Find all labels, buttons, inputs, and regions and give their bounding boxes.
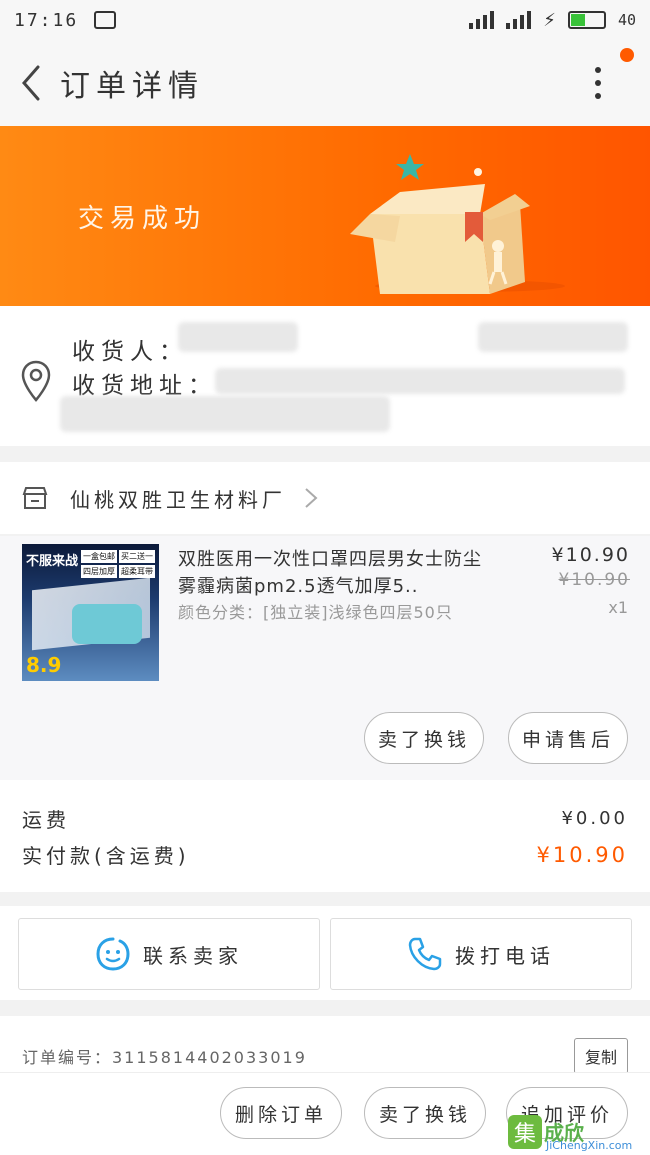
product-price: ¥10.90	[551, 544, 630, 566]
notification-icon	[94, 11, 117, 29]
contact-row: 联系卖家 拨打电话	[0, 906, 650, 1000]
thumb-price: 8.9	[26, 653, 62, 677]
thumb-tag: 超柔耳带	[119, 565, 155, 578]
status-right: ⚡ 40	[469, 10, 636, 31]
phone-icon	[408, 937, 442, 971]
delivery-address-card[interactable]: 收货人： 收货地址：	[0, 306, 650, 446]
product-variant: 颜色分类：[独立装]浅绿色四层50只	[178, 603, 453, 622]
paid-row: 实付款(含运费) ¥10.90	[22, 840, 628, 869]
chat-smile-icon	[96, 937, 130, 971]
resell-button[interactable]: 卖了换钱	[364, 712, 484, 764]
thumb-headline: 不服来战	[26, 554, 79, 569]
paid-value: ¥10.90	[536, 842, 628, 867]
watermark-url: JiChengXin.com	[546, 1139, 633, 1152]
package-box-illustration	[350, 154, 565, 294]
bottom-action-bar: 删除订单 卖了换钱 追加评价 集 成欣 JiChengXin.com	[0, 1072, 650, 1155]
call-button[interactable]: 拨打电话	[330, 918, 632, 990]
order-number: 订单编号：3115814402033019	[22, 1048, 307, 1067]
thumb-tag: 四层加厚	[81, 565, 117, 578]
paid-label: 实付款(含运费)	[22, 844, 190, 868]
delete-order-button[interactable]: 删除订单	[220, 1087, 342, 1139]
call-label: 拨打电话	[455, 943, 555, 968]
data-signal-icon	[506, 11, 532, 29]
shipping-label: 运费	[22, 808, 70, 832]
copy-button[interactable]: 复制	[574, 1038, 628, 1074]
receiver-label: 收货人：	[72, 339, 188, 365]
thumb-mask	[72, 604, 142, 644]
fee-summary: 运费 ¥0.00 实付款(含运费) ¥10.90	[0, 780, 650, 892]
chevron-right-icon	[305, 488, 318, 508]
receiver-phone-redacted	[478, 322, 628, 352]
page-title: 订单详情	[60, 69, 204, 104]
thumb-tag: 买二送一	[119, 550, 155, 563]
store-icon	[22, 487, 48, 509]
more-vertical-icon[interactable]	[588, 63, 608, 103]
battery-icon	[567, 11, 606, 29]
resell-button-bottom[interactable]: 卖了换钱	[364, 1087, 486, 1139]
shipping-value: ¥0.00	[561, 808, 628, 829]
signal-icon	[469, 11, 495, 29]
product-title: 双胜医用一次性口罩四层男女士防尘雾霾病菌pm2.5透气加厚5..	[178, 549, 482, 597]
product-quantity: x1	[608, 598, 628, 617]
address-line-redacted	[215, 368, 625, 394]
thumb-tags: 一盒包邮 买二送一 四层加厚 超柔耳带	[81, 550, 155, 578]
location-pin-icon	[21, 360, 51, 402]
order-status-banner: 交易成功	[0, 126, 650, 306]
shop-row[interactable]: 仙桃双胜卫生材料厂	[0, 462, 650, 534]
contact-seller-button[interactable]: 联系卖家	[18, 918, 320, 990]
address-line2-redacted	[60, 396, 390, 432]
watermark-logo: 集	[508, 1115, 542, 1149]
shipping-row: 运费 ¥0.00	[22, 804, 628, 833]
product-thumbnail[interactable]: 不服来战 一盒包邮 买二送一 四层加厚 超柔耳带 8.9	[22, 544, 159, 681]
battery-percent: 40	[617, 11, 636, 29]
order-info: 订单编号：3115814402033019 复制	[0, 1016, 650, 1076]
thumb-tag: 一盒包邮	[81, 550, 117, 563]
nav-bar: 订单详情	[0, 40, 650, 126]
order-status-text: 交易成功	[78, 204, 207, 234]
product-original-price: ¥10.90	[558, 570, 630, 590]
shop-name: 仙桃双胜卫生材料厂	[70, 487, 286, 512]
receiver-name-redacted	[178, 322, 298, 352]
after-sale-button[interactable]: 申请售后	[508, 712, 628, 764]
watermark: 集 成欣 JiChengXin.com	[504, 1113, 644, 1153]
status-bar: 17:16 ⚡ 40	[0, 0, 650, 40]
contact-seller-label: 联系卖家	[143, 943, 243, 968]
status-time: 17:16	[14, 9, 79, 31]
notification-dot	[620, 48, 634, 62]
product-item[interactable]: 不服来战 一盒包邮 买二送一 四层加厚 超柔耳带 8.9 双胜医用一次性口罩四层…	[0, 536, 650, 780]
address-label: 收货地址：	[72, 373, 217, 399]
charging-icon: ⚡	[543, 9, 556, 31]
back-arrow-icon[interactable]	[16, 63, 46, 103]
